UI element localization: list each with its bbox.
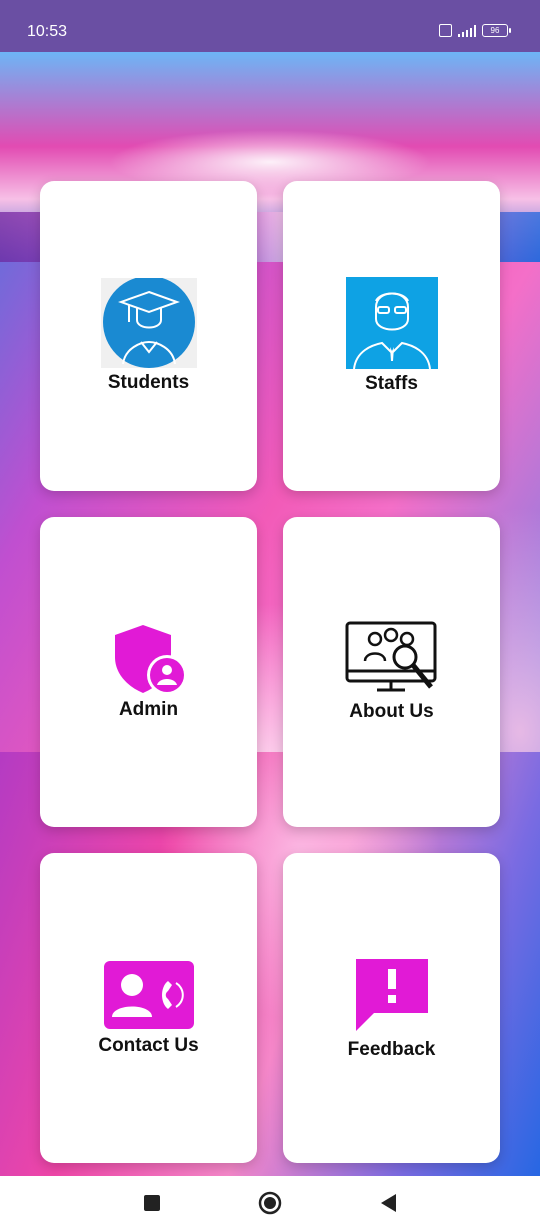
feedback-card[interactable]: Feedback xyxy=(283,853,500,1163)
feedback-label: Feedback xyxy=(347,1039,436,1060)
graduate-icon xyxy=(100,278,197,368)
admin-shield-icon xyxy=(114,625,187,695)
admin-label: Admin xyxy=(118,699,179,720)
monitor-search-icon xyxy=(345,621,436,692)
admin-card[interactable]: Admin xyxy=(40,517,257,827)
students-label: Students xyxy=(107,372,190,393)
navigation-bar xyxy=(0,1176,540,1230)
circle-icon xyxy=(258,1191,282,1215)
about-us-label: About Us xyxy=(349,701,434,722)
status-bar: 10:53 ​ 96 xyxy=(0,0,540,52)
status-icons: ​ 96 xyxy=(439,24,511,37)
signal-icon xyxy=(458,24,476,37)
recents-button[interactable] xyxy=(122,1176,182,1230)
students-card[interactable]: Students xyxy=(40,181,257,491)
staff-icon xyxy=(345,277,438,369)
back-button[interactable] xyxy=(358,1176,418,1230)
about-us-card[interactable]: About Us xyxy=(283,517,500,827)
back-triangle-icon xyxy=(381,1194,396,1212)
staffs-label: Staffs xyxy=(365,373,418,394)
staffs-card[interactable]: Staffs xyxy=(283,181,500,491)
volte-icon: ​ xyxy=(439,24,452,37)
home-button[interactable] xyxy=(240,1176,300,1230)
contact-us-card[interactable]: Contact Us xyxy=(40,853,257,1163)
square-icon xyxy=(144,1195,160,1211)
contact-card-icon xyxy=(103,961,194,1029)
contact-us-label: Contact Us xyxy=(98,1035,199,1056)
battery-level: 96 xyxy=(490,26,500,35)
battery-icon: 96 xyxy=(482,24,511,37)
feedback-icon xyxy=(355,959,428,1031)
status-time: 10:53 xyxy=(27,23,68,40)
